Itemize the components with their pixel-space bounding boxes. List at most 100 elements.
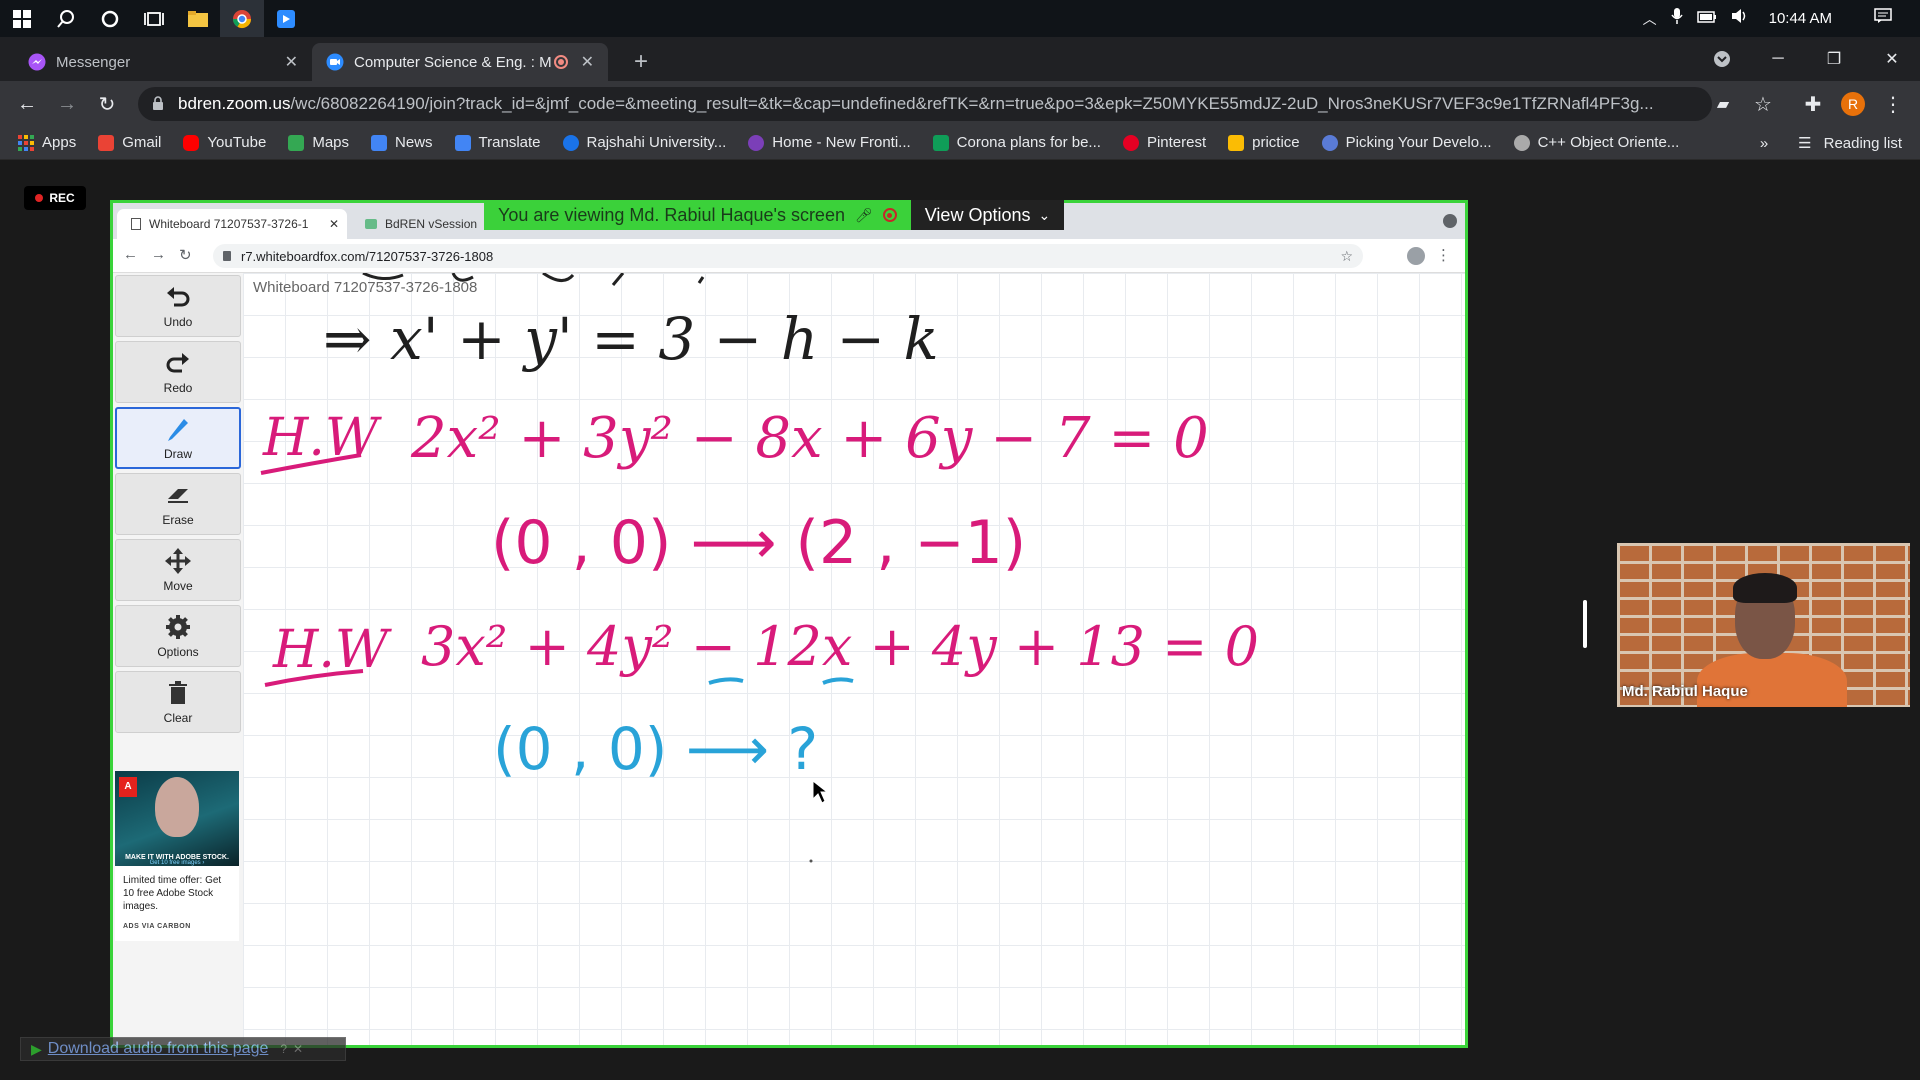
recording-indicator-icon: [554, 55, 568, 69]
tab-search-icon[interactable]: [1694, 37, 1750, 81]
record-dot-icon: [35, 194, 44, 202]
bookmark-pinterest[interactable]: Pinterest: [1122, 134, 1207, 151]
download-audio-bar[interactable]: ▶ Download audio from this page ? ✕: [20, 1037, 346, 1061]
reading-list-button[interactable]: Reading list: [1824, 135, 1902, 152]
bookmark-picking[interactable]: Picking Your Develo...: [1321, 134, 1492, 151]
tab-messenger[interactable]: Messenger ✕: [14, 43, 312, 81]
tool-label: Clear: [163, 711, 193, 725]
site-icon: [748, 134, 765, 151]
new-tab-button[interactable]: +: [620, 43, 662, 81]
profile-avatar[interactable]: R: [1838, 89, 1868, 119]
whiteboard-canvas: Whiteboard 71207537-3726-1808 ⇒ x' + y' …: [243, 273, 1465, 1045]
bookmark-new-frontier[interactable]: Home - New Fronti...: [748, 134, 911, 151]
minimize-button[interactable]: ─: [1750, 37, 1806, 81]
bookmark-star-icon[interactable]: ☆: [1748, 89, 1778, 119]
view-options-button[interactable]: View Options ⌄: [910, 200, 1065, 230]
help-icon[interactable]: ?: [280, 1042, 287, 1056]
close-tab-icon: ✕: [328, 217, 339, 231]
menu-icon: ⋮: [1436, 247, 1451, 264]
bar-chart-icon: [1228, 134, 1245, 151]
microphone-icon[interactable]: [1670, 7, 1683, 30]
tool-label: Redo: [163, 381, 193, 395]
zoom-icon: [326, 53, 344, 71]
bookmark-label: YouTube: [207, 134, 267, 151]
panel-resize-handle[interactable]: [1583, 600, 1587, 648]
reading-list-icon[interactable]: ☰: [1798, 134, 1811, 152]
zoom-taskbar-icon[interactable]: [264, 0, 308, 37]
tab-label: Messenger: [56, 53, 131, 71]
chrome-taskbar-icon[interactable]: [220, 0, 264, 37]
tab-label: Whiteboard 71207537-3726-1: [149, 217, 309, 231]
pencil-icon: [168, 419, 188, 441]
reload-button[interactable]: ↻: [92, 89, 122, 119]
bookmark-label: Corona plans for be...: [956, 134, 1101, 151]
more-bookmarks-button[interactable]: »: [1760, 135, 1768, 152]
close-tab-icon[interactable]: ✕: [581, 52, 594, 72]
lock-icon[interactable]: [152, 96, 164, 111]
bookmark-apps[interactable]: Apps: [18, 134, 76, 151]
apps-grid-icon: [18, 134, 34, 151]
tab-computer-science[interactable]: Computer Science & Eng. : M ✕: [312, 43, 608, 81]
c-logo-icon: [562, 134, 579, 151]
bookmark-cpp[interactable]: C++ Object Oriente...: [1513, 134, 1679, 151]
erase-button: Erase: [115, 473, 241, 535]
bookmark-gmail[interactable]: Gmail: [98, 134, 161, 151]
play-icon: ▶: [31, 1040, 42, 1057]
download-audio-link[interactable]: Download audio from this page: [48, 1040, 269, 1058]
bookmarks-bar: Apps Gmail YouTube Maps News Translate R…: [0, 126, 1920, 160]
bookmark-corona[interactable]: Corona plans for be...: [932, 134, 1101, 151]
volume-icon[interactable]: [1731, 8, 1749, 29]
menu-icon[interactable]: ⋮: [1878, 89, 1908, 119]
tab-label: Computer Science & Eng. : M: [354, 53, 552, 71]
search-icon[interactable]: [44, 0, 88, 37]
file-explorer-icon[interactable]: [176, 0, 220, 37]
lock-icon: [223, 251, 231, 261]
close-icon[interactable]: ✕: [293, 1042, 303, 1056]
clock[interactable]: 10:44 AM: [1769, 10, 1832, 27]
clear-button: Clear: [115, 671, 241, 733]
task-view-icon[interactable]: [132, 0, 176, 37]
eraser-icon: [168, 489, 188, 503]
bookmark-prictice[interactable]: prictice: [1228, 134, 1300, 151]
bookmark-label: Pinterest: [1146, 134, 1207, 151]
recording-badge: REC: [24, 186, 86, 210]
hw1-label: H.W: [262, 408, 382, 468]
battery-icon[interactable]: [1696, 10, 1717, 28]
back-button[interactable]: ←: [12, 89, 42, 119]
shared-tab-whiteboard: Whiteboard 71207537-3726-1 ✕: [117, 209, 347, 239]
bookmark-news[interactable]: News: [371, 134, 433, 151]
star-icon: ☆: [1340, 247, 1353, 264]
notifications-icon[interactable]: [1874, 8, 1892, 29]
rec-label: REC: [49, 191, 75, 205]
close-tab-icon[interactable]: ✕: [285, 52, 298, 72]
youtube-icon: [183, 134, 200, 151]
bookmark-maps[interactable]: Maps: [288, 134, 349, 151]
extensions-icon[interactable]: ✚: [1798, 89, 1828, 119]
pinterest-icon: [1122, 134, 1139, 151]
bookmark-rajshahi[interactable]: Rajshahi University...: [562, 134, 726, 151]
handwriting-layer: ⇒ x' + y' = 3 − h − k H.W 2x² + 3y² − 8x…: [260, 273, 1259, 863]
address-bar[interactable]: bdren.zoom.us/wc/68082264190/join?track_…: [138, 87, 1712, 121]
viewing-screen-notice: You are viewing Md. Rabiul Haque's scree…: [484, 200, 911, 230]
shared-screen: Whiteboard 71207537-3726-1 ✕ BdREN vSess…: [110, 200, 1468, 1048]
adobe-logo-icon: A: [119, 777, 137, 797]
url-path: /wc/68082264190/join?track_id=&jmf_code=…: [290, 94, 1654, 113]
view-options-label: View Options: [924, 204, 1031, 225]
hw2-mapping: (0 , 0) ⟶ ?: [493, 715, 818, 783]
cortana-icon[interactable]: [88, 0, 132, 37]
windows-start-icon[interactable]: [0, 0, 44, 37]
restore-button[interactable]: ❐: [1806, 37, 1862, 81]
chevron-up-icon[interactable]: ︿: [1643, 9, 1657, 29]
chevron-down-icon: ⌄: [1038, 206, 1051, 223]
mic-off-icon: 🎤︎: [854, 206, 873, 223]
forward-button[interactable]: →: [52, 89, 82, 119]
translate-icon: [454, 134, 471, 151]
bookmark-translate[interactable]: Translate: [454, 134, 541, 151]
tool-label: Undo: [163, 315, 193, 329]
close-window-button[interactable]: ✕: [1864, 37, 1920, 81]
camera-in-use-icon[interactable]: ▰: [1708, 89, 1738, 119]
bookmark-youtube[interactable]: YouTube: [183, 134, 266, 151]
whiteboard-toolbar: Undo Redo Draw Erase Move Options Clear: [113, 273, 243, 1045]
browser-toolbar: ← → ↻ bdren.zoom.us/wc/68082264190/join?…: [0, 81, 1920, 126]
maps-icon: [288, 134, 305, 151]
